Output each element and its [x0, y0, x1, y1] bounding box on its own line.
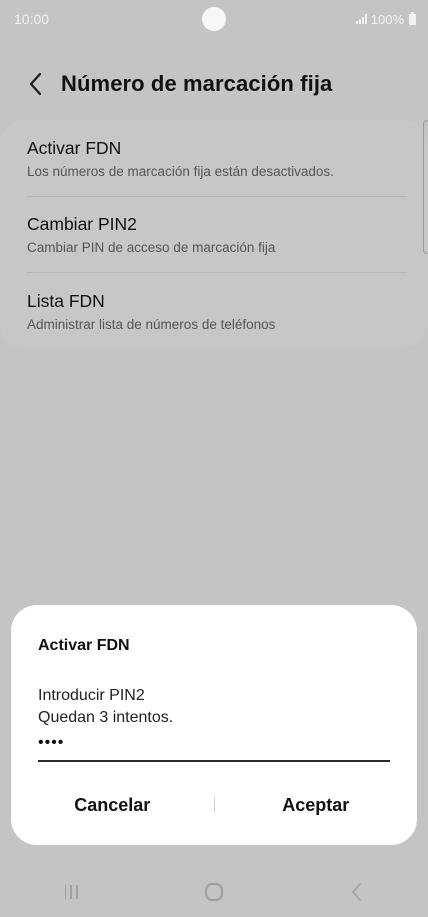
recents-icon	[64, 885, 79, 899]
setting-cambiar-pin2[interactable]: Cambiar PIN2 Cambiar PIN de acceso de ma…	[27, 213, 407, 257]
divider	[27, 272, 407, 273]
battery-percent: 100%	[370, 11, 404, 27]
pin2-input[interactable]: ••••	[38, 732, 390, 762]
back-icon	[351, 883, 361, 901]
battery-icon	[409, 11, 416, 25]
nav-back-button[interactable]	[317, 867, 397, 917]
setting-title: Lista FDN	[27, 291, 105, 311]
back-button[interactable]	[8, 62, 64, 106]
recents-button[interactable]	[31, 867, 111, 917]
status-indicators: 100%	[355, 11, 416, 27]
signal-icon	[355, 14, 367, 24]
home-icon	[204, 883, 223, 901]
dialog-message-prompt: Introducir PIN2	[38, 687, 145, 704]
camera-cutout	[202, 7, 226, 31]
divider	[27, 196, 407, 197]
page-title: Número de marcación fija	[61, 71, 333, 96]
dialog-title: Activar FDN	[38, 637, 130, 654]
status-time: 10:00	[14, 11, 50, 27]
setting-activar-fdn[interactable]: Activar FDN Los números de marcación fij…	[27, 137, 407, 181]
home-button[interactable]	[174, 867, 254, 917]
app-header: Número de marcación fija	[0, 62, 428, 106]
setting-subtitle: Cambiar PIN de acceso de marcación fija	[27, 240, 276, 255]
setting-lista-fdn[interactable]: Lista FDN Administrar lista de números d…	[27, 290, 407, 334]
cancel-button[interactable]: Cancelar	[11, 787, 214, 823]
chevron-left-icon	[29, 72, 42, 96]
navigation-bar	[0, 867, 428, 917]
setting-subtitle: Los números de marcación fija están desa…	[27, 164, 334, 179]
settings-card: Activar FDN Los números de marcación fij…	[0, 120, 428, 348]
accept-button[interactable]: Aceptar	[215, 787, 418, 823]
scroll-indicator	[423, 120, 428, 254]
setting-title: Activar FDN	[27, 138, 122, 158]
setting-title: Cambiar PIN2	[27, 214, 137, 234]
dialog-buttons: Cancelar Aceptar	[11, 787, 417, 823]
dialog-message-attempts: Quedan 3 intentos.	[38, 709, 174, 726]
setting-subtitle: Administrar lista de números de teléfono…	[27, 317, 276, 332]
pin-dialog: Activar FDN Introducir PIN2 Quedan 3 int…	[11, 605, 417, 845]
